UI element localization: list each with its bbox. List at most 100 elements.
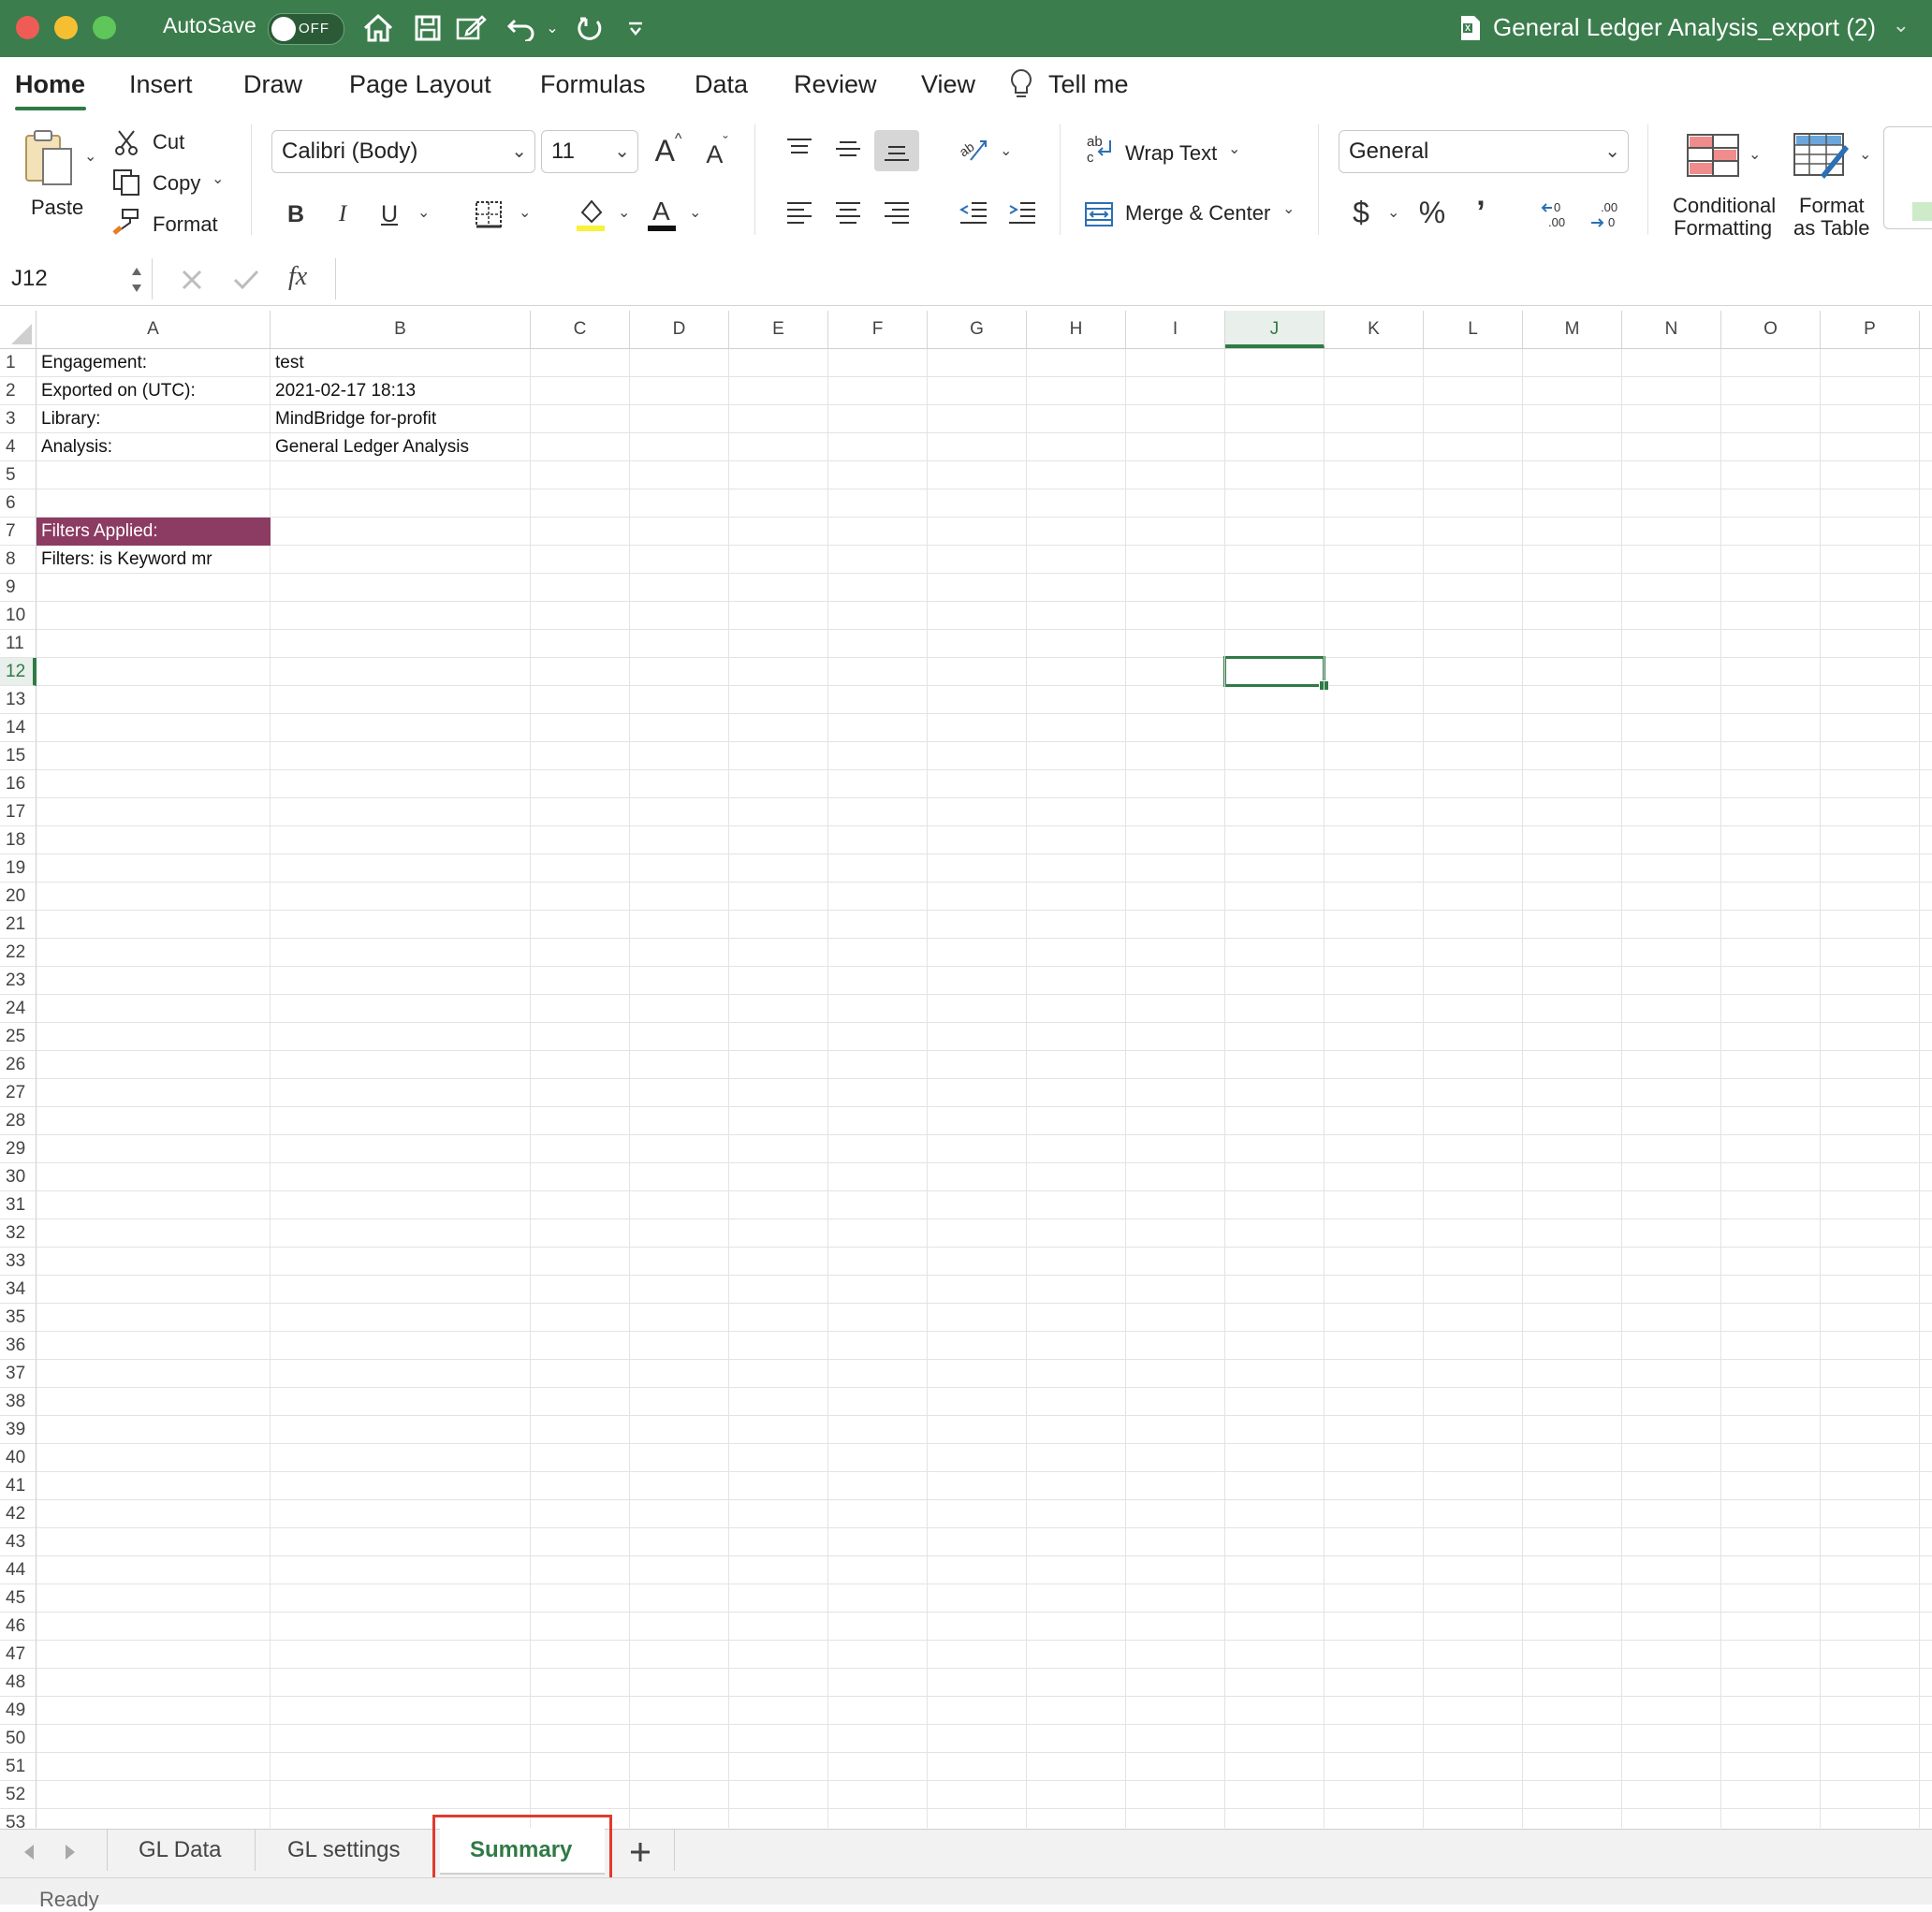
row-header-5[interactable]: 5 <box>0 461 37 489</box>
font-color-dropdown-chevron-icon[interactable]: ⌄ <box>689 203 701 222</box>
row-header-11[interactable]: 11 <box>0 630 37 658</box>
column-header-h[interactable]: H <box>1027 311 1126 348</box>
increase-decimal-icon[interactable]: 0.00 <box>1539 196 1576 233</box>
underline-button[interactable]: U <box>373 196 406 233</box>
tab-page-layout[interactable]: Page Layout <box>349 70 491 99</box>
cancel-entry-icon[interactable] <box>180 268 204 292</box>
tab-review[interactable]: Review <box>794 70 877 99</box>
cut-scissors-icon[interactable] <box>112 128 140 156</box>
borders-icon[interactable] <box>470 196 507 233</box>
insert-function-button[interactable]: fx <box>288 262 307 292</box>
row-header-2[interactable]: 2 <box>0 377 37 405</box>
home-icon[interactable] <box>359 7 397 49</box>
row-header-1[interactable]: 1 <box>0 349 37 377</box>
font-size-dropdown[interactable]: 11 ⌄ <box>541 130 638 173</box>
format-as-table-icon[interactable] <box>1792 132 1850 179</box>
cell-styles-gallery[interactable] <box>1883 126 1932 229</box>
row-header-14[interactable]: 14 <box>0 714 37 742</box>
italic-button[interactable]: I <box>326 196 359 233</box>
align-top-icon[interactable] <box>781 130 818 168</box>
row-header-51[interactable]: 51 <box>0 1753 37 1781</box>
column-header-l[interactable]: L <box>1424 311 1523 348</box>
orientation-dropdown-chevron-icon[interactable]: ⌄ <box>1000 141 1012 160</box>
align-right-icon[interactable] <box>878 194 915 231</box>
increase-font-size-icon[interactable]: A ^ <box>650 130 687 171</box>
row-header-42[interactable]: 42 <box>0 1500 37 1528</box>
tell-me-search[interactable]: Tell me <box>1048 70 1129 99</box>
row-header-15[interactable]: 15 <box>0 742 37 770</box>
fill-color-icon[interactable] <box>573 194 608 235</box>
tab-data[interactable]: Data <box>695 70 748 99</box>
cell-b2[interactable]: 2021-02-17 18:13 <box>271 377 531 405</box>
cell-a8[interactable]: Filters: is Keyword mr <box>37 546 271 574</box>
paste-dropdown-chevron-icon[interactable]: ⌄ <box>84 147 96 166</box>
merge-center-dropdown-chevron-icon[interactable]: ⌄ <box>1282 199 1295 218</box>
row-header-31[interactable]: 31 <box>0 1191 37 1219</box>
row-header-28[interactable]: 28 <box>0 1107 37 1135</box>
sheet-tab-gl-data[interactable]: GL Data <box>139 1837 222 1863</box>
row-header-26[interactable]: 26 <box>0 1051 37 1079</box>
paste-icon[interactable] <box>17 124 82 192</box>
column-header-d[interactable]: D <box>630 311 729 348</box>
row-header-46[interactable]: 46 <box>0 1613 37 1641</box>
align-center-icon[interactable] <box>829 194 867 231</box>
wrap-text-icon[interactable]: ab c <box>1084 130 1118 168</box>
row-header-30[interactable]: 30 <box>0 1163 37 1191</box>
confirm-entry-icon[interactable] <box>232 268 260 292</box>
column-header-b[interactable]: B <box>271 311 531 348</box>
formula-input[interactable] <box>335 258 1932 299</box>
row-header-34[interactable]: 34 <box>0 1276 37 1304</box>
row-header-37[interactable]: 37 <box>0 1360 37 1388</box>
align-bottom-icon[interactable] <box>874 130 919 171</box>
edit-document-icon[interactable] <box>453 7 490 49</box>
paste-button[interactable]: Paste <box>31 196 83 220</box>
row-header-6[interactable]: 6 <box>0 489 37 518</box>
conditional-formatting-label-2[interactable]: Formatting <box>1674 216 1772 241</box>
percent-style-button[interactable]: % <box>1415 194 1449 231</box>
row-header-41[interactable]: 41 <box>0 1472 37 1500</box>
autosave-toggle[interactable]: OFF <box>268 13 344 45</box>
decrease-indent-icon[interactable] <box>955 194 992 231</box>
row-header-35[interactable]: 35 <box>0 1304 37 1332</box>
redo-icon[interactable] <box>572 7 609 49</box>
conditional-formatting-icon[interactable] <box>1685 132 1741 179</box>
tab-draw[interactable]: Draw <box>243 70 302 99</box>
save-icon[interactable] <box>409 7 446 49</box>
row-header-29[interactable]: 29 <box>0 1135 37 1163</box>
font-name-dropdown[interactable]: Calibri (Body) ⌄ <box>271 130 535 173</box>
row-header-4[interactable]: 4 <box>0 433 37 461</box>
document-title[interactable]: X General Ledger Analysis_export (2) <box>1459 13 1876 42</box>
add-sheet-icon[interactable] <box>629 1841 651 1863</box>
sheet-tab-gl-settings[interactable]: GL settings <box>287 1837 401 1863</box>
currency-format-button[interactable]: $ <box>1344 194 1378 231</box>
column-header-i[interactable]: I <box>1126 311 1225 348</box>
row-header-20[interactable]: 20 <box>0 883 37 911</box>
row-header-45[interactable]: 45 <box>0 1584 37 1613</box>
column-header-c[interactable]: C <box>531 311 630 348</box>
format-as-table-label-2[interactable]: as Table <box>1793 216 1870 241</box>
row-header-22[interactable]: 22 <box>0 939 37 967</box>
minimize-window-button[interactable] <box>54 16 78 39</box>
customize-toolbar-icon[interactable] <box>622 7 650 49</box>
cell-area[interactable]: Engagement: test Exported on (UTC): 2021-02… <box>37 349 1932 1828</box>
tab-insert[interactable]: Insert <box>129 70 193 99</box>
format-as-table-chevron-icon[interactable]: ⌄ <box>1859 145 1871 164</box>
fill-color-dropdown-chevron-icon[interactable]: ⌄ <box>618 203 630 222</box>
row-header-49[interactable]: 49 <box>0 1697 37 1725</box>
scroll-tabs-right-icon[interactable] <box>62 1843 79 1861</box>
row-header-33[interactable]: 33 <box>0 1248 37 1276</box>
row-header-10[interactable]: 10 <box>0 602 37 630</box>
merge-center-icon[interactable] <box>1082 197 1116 231</box>
column-header-a[interactable]: A <box>37 311 271 348</box>
undo-dropdown-chevron-icon[interactable]: ⌄ <box>543 7 562 49</box>
merge-center-button[interactable]: Merge & Center <box>1125 201 1270 226</box>
row-header-50[interactable]: 50 <box>0 1725 37 1753</box>
row-header-7[interactable]: 7 <box>0 518 37 546</box>
row-header-9[interactable]: 9 <box>0 574 37 602</box>
column-header-k[interactable]: K <box>1325 311 1424 348</box>
row-header-19[interactable]: 19 <box>0 854 37 883</box>
copy-icon[interactable] <box>110 168 142 197</box>
row-header-21[interactable]: 21 <box>0 911 37 939</box>
row-header-12[interactable]: 12 <box>0 658 37 686</box>
borders-dropdown-chevron-icon[interactable]: ⌄ <box>519 203 531 222</box>
